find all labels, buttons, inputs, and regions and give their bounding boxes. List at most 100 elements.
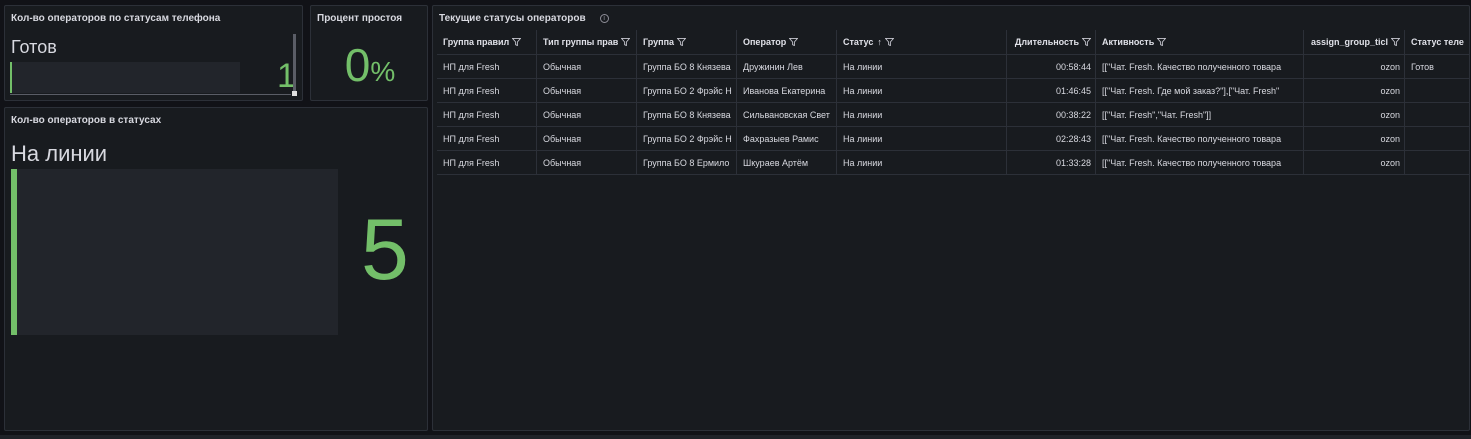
phone-status-panel: Кол-во операторов по статусам телефона Г… bbox=[4, 5, 303, 101]
table-cell: НП для Fresh bbox=[437, 103, 537, 126]
table-row[interactable]: НП для Fresh Обычная Группа БО 8 Князева Др… bbox=[437, 55, 1469, 79]
table-cell: Фахразыев Рамис bbox=[737, 127, 837, 150]
filter-icon[interactable] bbox=[1388, 37, 1400, 47]
panel-title[interactable]: Текущие статусы операторов bbox=[439, 13, 586, 24]
status-count-panel: Кол-во операторов в статусах На линии 5 bbox=[4, 107, 428, 431]
table-cell: [["Чат. Fresh. Качество полученного това… bbox=[1096, 55, 1304, 78]
table-cell: 01:46:45 bbox=[1007, 79, 1096, 102]
column-header-label: Группа bbox=[643, 37, 675, 47]
idle-percent-panel: Процент простоя 0% bbox=[310, 5, 428, 101]
column-header-label: Статус bbox=[843, 37, 874, 47]
column-header[interactable]: Группа bbox=[637, 30, 737, 54]
table-cell: 02:28:43 bbox=[1007, 127, 1096, 150]
table-body: НП для Fresh Обычная Группа БО 8 Князева Др… bbox=[437, 55, 1469, 175]
table-cell: ozon bbox=[1304, 151, 1405, 174]
gauge-bar-fill bbox=[11, 169, 17, 335]
column-header-label: Длительность bbox=[1014, 37, 1079, 47]
vertical-scrollbar[interactable] bbox=[293, 34, 296, 92]
idle-percent-number: 0 bbox=[344, 39, 371, 91]
table-cell: Группа БО 8 Ермило bbox=[637, 151, 737, 174]
table-cell: Обычная bbox=[537, 79, 637, 102]
table-cell: НП для Fresh bbox=[437, 151, 537, 174]
table-row[interactable]: НП для Fresh Обычная Группа БО 2 Фрэйс Н Ив… bbox=[437, 79, 1469, 103]
table-cell: ozon bbox=[1304, 55, 1405, 78]
table-cell: Группа БО 8 Князева bbox=[637, 55, 737, 78]
table-cell: Сильвановская Свет bbox=[737, 103, 837, 126]
table-cell: На линии bbox=[837, 151, 1007, 174]
table-cell: Обычная bbox=[537, 55, 637, 78]
filter-icon[interactable] bbox=[618, 37, 631, 47]
table-cell: На линии bbox=[837, 127, 1007, 150]
info-icon[interactable]: i bbox=[599, 14, 609, 23]
table-cell: НП для Fresh bbox=[437, 55, 537, 78]
table-cell: Шкураев Артём bbox=[737, 151, 837, 174]
table-cell: Группа БО 8 Князева bbox=[637, 103, 737, 126]
column-header-label: Оператор bbox=[743, 37, 787, 47]
panel-title[interactable]: Процент простоя bbox=[317, 13, 402, 24]
table-cell: НП для Fresh bbox=[437, 79, 537, 102]
column-header[interactable]: Статус ↑ bbox=[837, 30, 1007, 54]
column-header[interactable]: Оператор bbox=[737, 30, 837, 54]
status-count-value: 5 bbox=[361, 202, 409, 298]
table-cell: Дружинин Лев bbox=[737, 55, 837, 78]
column-header[interactable]: assign_group_ticl bbox=[1304, 30, 1405, 54]
horizontal-scrollbar[interactable] bbox=[10, 94, 291, 95]
panel-header: Текущие статусы операторов i bbox=[439, 13, 609, 24]
table-row[interactable]: НП для Fresh Обычная Группа БО 2 Фрэйс Н Фа… bbox=[437, 127, 1469, 151]
table-cell: Обычная bbox=[537, 103, 637, 126]
table-cell: На линии bbox=[837, 55, 1007, 78]
table-row[interactable]: НП для Fresh Обычная Группа БО 8 Ермило Шку… bbox=[437, 151, 1469, 175]
idle-percent-unit: % bbox=[370, 56, 396, 87]
filter-icon[interactable] bbox=[1154, 37, 1167, 47]
table-cell: Обычная bbox=[537, 151, 637, 174]
table-cell bbox=[1405, 151, 1469, 174]
column-header-label: Активность bbox=[1102, 37, 1155, 47]
operators-table: Группа правил Тип группы прав Группа Операт… bbox=[437, 30, 1469, 175]
table-cell bbox=[1405, 79, 1469, 102]
operators-table-panel: Текущие статусы операторов i Группа прав… bbox=[432, 5, 1470, 431]
status-name: На линии bbox=[11, 141, 108, 166]
filter-icon[interactable] bbox=[674, 37, 687, 47]
idle-percent-value: 0% bbox=[311, 38, 427, 92]
column-header-label: Статус теле bbox=[1411, 37, 1464, 47]
table-cell: [["Чат. Fresh. Где мой заказ?"],["Чат. F… bbox=[1096, 79, 1304, 102]
column-header-label: Группа правил bbox=[443, 37, 510, 47]
table-cell: Иванова Екатерина bbox=[737, 79, 837, 102]
panel-title[interactable]: Кол-во операторов по статусам телефона bbox=[11, 13, 220, 24]
filter-icon[interactable] bbox=[1079, 37, 1091, 47]
filter-icon[interactable] bbox=[882, 37, 894, 47]
table-cell: ozon bbox=[1304, 103, 1405, 126]
column-header[interactable]: Группа правил bbox=[437, 30, 537, 54]
table-cell: Группа БО 2 Фрэйс Н bbox=[637, 127, 737, 150]
column-header[interactable]: Тип группы прав bbox=[537, 30, 637, 54]
table-cell: [["Чат. Fresh","Чат. Fresh"]] bbox=[1096, 103, 1304, 126]
table-cell: На линии bbox=[837, 103, 1007, 126]
table-cell bbox=[1405, 103, 1469, 126]
table-cell: Готов bbox=[1411, 62, 1434, 72]
table-cell: [["Чат. Fresh. Качество полученного това… bbox=[1096, 127, 1304, 150]
bottom-scrollbar[interactable] bbox=[0, 435, 1471, 439]
table-cell: 00:38:22 bbox=[1007, 103, 1096, 126]
gauge-bar-background bbox=[11, 169, 338, 335]
table-cell: 00:58:44 bbox=[1007, 55, 1096, 78]
panel-title[interactable]: Кол-во операторов в статусах bbox=[11, 115, 161, 126]
column-header-label: assign_group_ticl bbox=[1310, 37, 1388, 47]
table-cell: [["Чат. Fresh. Качество полученного това… bbox=[1096, 151, 1304, 174]
column-header[interactable]: Активность bbox=[1096, 30, 1304, 54]
table-cell: 01:33:28 bbox=[1007, 151, 1096, 174]
table-row[interactable]: НП для Fresh Обычная Группа БО 8 Князева Си… bbox=[437, 103, 1469, 127]
table-cell: На линии bbox=[837, 79, 1007, 102]
table-cell: НП для Fresh bbox=[437, 127, 537, 150]
table-cell: ozon bbox=[1304, 79, 1405, 102]
scrollbar-handle[interactable] bbox=[292, 91, 297, 96]
table-cell bbox=[1405, 127, 1469, 150]
table-header: Группа правил Тип группы прав Группа Операт… bbox=[437, 30, 1469, 55]
column-header[interactable]: Статус теле bbox=[1405, 30, 1469, 54]
gauge-bar-background bbox=[10, 62, 240, 93]
column-header[interactable]: Длительность bbox=[1007, 30, 1096, 54]
table-cell: Обычная bbox=[537, 127, 637, 150]
filter-icon[interactable] bbox=[786, 37, 799, 47]
filter-icon[interactable] bbox=[509, 37, 522, 47]
status-name: Готов bbox=[11, 37, 57, 57]
column-header-label: Тип группы прав bbox=[543, 37, 619, 47]
